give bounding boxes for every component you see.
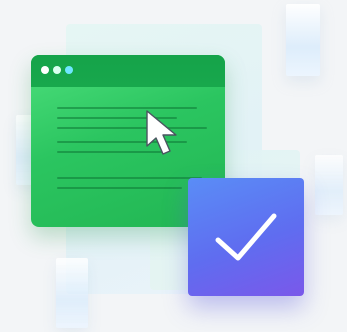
mouse-cursor-icon (146, 110, 177, 155)
window-titlebar (31, 55, 225, 87)
glass-block-right (315, 155, 343, 215)
window-dot (65, 66, 73, 74)
checkmark-card (188, 178, 304, 296)
window-dot (41, 66, 49, 74)
window-dot (53, 66, 61, 74)
glass-block-bottom-left (56, 258, 88, 328)
illustration (0, 0, 347, 332)
text-line (57, 127, 207, 129)
glass-block-top-right (286, 4, 320, 76)
text-line (57, 177, 202, 179)
checkmark-icon (215, 213, 277, 261)
text-line (57, 187, 182, 189)
